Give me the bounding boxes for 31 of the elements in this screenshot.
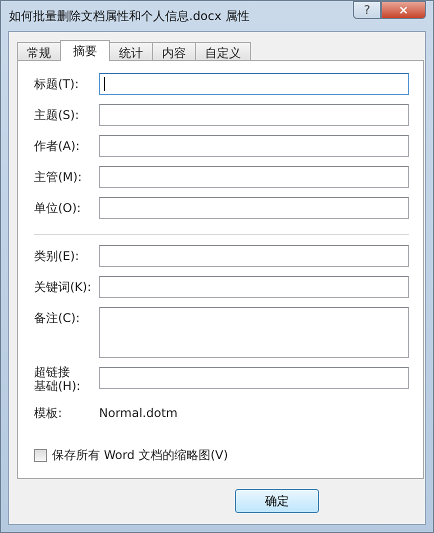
window-title: 如何批量删除文档属性和个人信息.docx 属性 [8, 8, 250, 24]
field-label: 关键词(K): [34, 279, 92, 294]
field-label: 主管(M): [34, 169, 83, 184]
field-label: 主题(S): [34, 107, 80, 122]
field-label: 基础(H): [34, 379, 80, 393]
field-label: 超链接 [34, 365, 70, 379]
tab[interactable]: 统计 [109, 42, 153, 60]
field-label: 单位(O): [34, 200, 82, 215]
field-label: 备注(C): [34, 310, 81, 325]
field-label: 作者(A): [34, 138, 81, 153]
text-area[interactable] [99, 307, 409, 358]
field-label: 类别(E): [34, 248, 80, 263]
input-field[interactable] [99, 245, 409, 267]
help-button[interactable]: ? [353, 1, 381, 19]
input-field[interactable] [99, 135, 409, 157]
input-field[interactable] [99, 276, 409, 298]
ok-button[interactable]: 确定 [235, 489, 319, 513]
input-field[interactable] [99, 104, 409, 126]
checkbox[interactable] [34, 449, 47, 462]
tab[interactable]: 自定义 [195, 42, 251, 60]
input-field[interactable] [99, 166, 409, 188]
input-field[interactable] [99, 73, 409, 95]
input-field[interactable] [99, 367, 409, 389]
tab[interactable]: 内容 [152, 42, 196, 60]
tab[interactable]: 摘要 [60, 40, 110, 61]
tab[interactable]: 常规 [17, 42, 61, 60]
field-label: 标题(T): [34, 76, 80, 91]
template-value: Normal.dotm [99, 405, 178, 420]
field-label: 模板: [34, 405, 64, 420]
checkbox-label: 保存所有 Word 文档的缩略图(V) [52, 447, 228, 464]
input-field[interactable] [99, 197, 409, 219]
